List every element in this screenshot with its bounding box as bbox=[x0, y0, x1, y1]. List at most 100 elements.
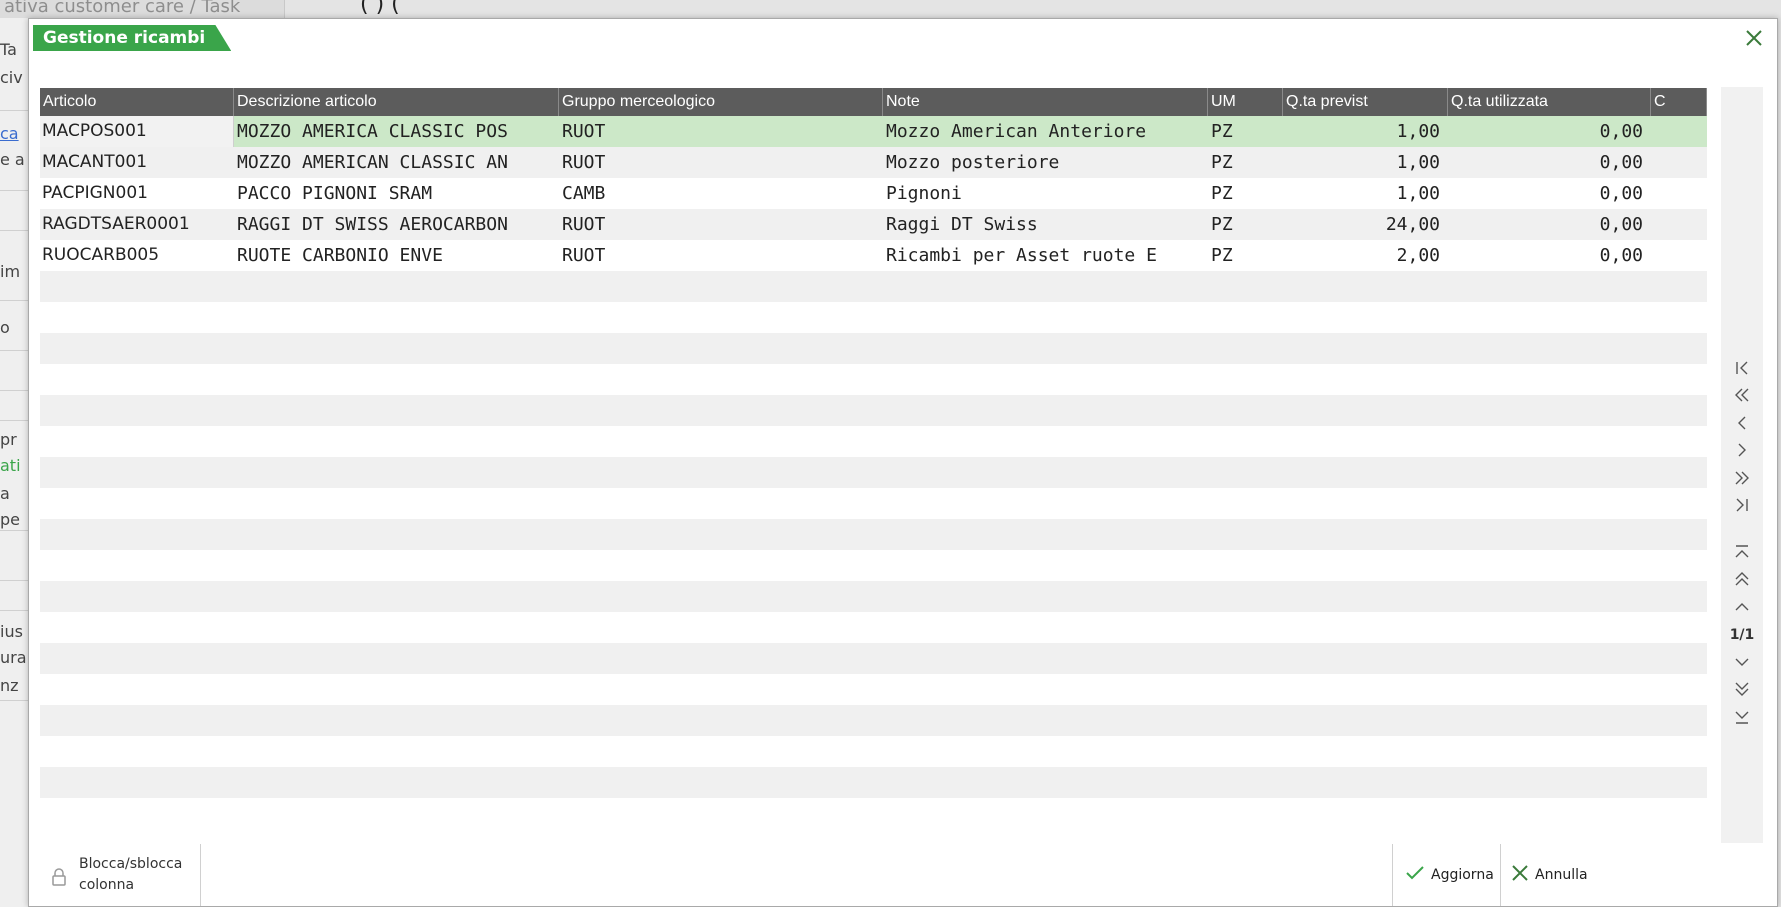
cell-qta-utilizzata[interactable] bbox=[1448, 674, 1651, 705]
cell-note[interactable] bbox=[883, 674, 1208, 705]
cell-qta-prevista[interactable] bbox=[1283, 612, 1448, 643]
table-row[interactable]: PACPIGN001 PACCO PIGNONI SRAM CAMB Pignoni P… bbox=[40, 178, 1707, 209]
empty-table-row[interactable] bbox=[40, 364, 1707, 395]
cell-c[interactable] bbox=[1651, 364, 1707, 395]
table-row[interactable]: MACPOS001 MOZZO AMERICA CLASSIC POS RUOT Mo… bbox=[40, 116, 1707, 147]
cell-gruppo[interactable] bbox=[559, 364, 883, 395]
cell-articolo[interactable]: RAGDTSAER0001 bbox=[40, 209, 234, 240]
cell-descrizione[interactable] bbox=[234, 364, 559, 395]
close-icon[interactable] bbox=[1741, 25, 1767, 51]
empty-table-row[interactable] bbox=[40, 395, 1707, 426]
cell-um[interactable] bbox=[1208, 550, 1283, 581]
cell-c[interactable] bbox=[1651, 519, 1707, 550]
cell-descrizione[interactable] bbox=[234, 581, 559, 612]
column-header-gruppo[interactable]: Gruppo merceologico bbox=[559, 88, 883, 116]
empty-table-row[interactable] bbox=[40, 426, 1707, 457]
cell-articolo[interactable] bbox=[40, 705, 234, 736]
empty-table-row[interactable] bbox=[40, 550, 1707, 581]
cell-descrizione[interactable] bbox=[234, 736, 559, 767]
aggiorna-button[interactable]: Aggiorna bbox=[1392, 844, 1500, 906]
empty-table-row[interactable] bbox=[40, 457, 1707, 488]
cell-gruppo[interactable] bbox=[559, 612, 883, 643]
cell-descrizione[interactable] bbox=[234, 333, 559, 364]
cell-gruppo[interactable] bbox=[559, 705, 883, 736]
cell-gruppo[interactable]: RUOT bbox=[559, 147, 883, 178]
cell-note[interactable] bbox=[883, 550, 1208, 581]
cell-qta-utilizzata[interactable] bbox=[1448, 302, 1651, 333]
cell-articolo[interactable]: MACANT001 bbox=[40, 147, 234, 178]
fast-left-icon[interactable] bbox=[1721, 382, 1763, 408]
page-up-fast-icon[interactable] bbox=[1721, 566, 1763, 592]
cell-descrizione[interactable] bbox=[234, 457, 559, 488]
cell-articolo[interactable] bbox=[40, 550, 234, 581]
empty-table-row[interactable] bbox=[40, 302, 1707, 333]
empty-table-row[interactable] bbox=[40, 612, 1707, 643]
cell-gruppo[interactable]: RUOT bbox=[559, 209, 883, 240]
cell-articolo[interactable] bbox=[40, 767, 234, 798]
cell-qta-utilizzata[interactable]: 0,00 bbox=[1448, 178, 1651, 209]
cell-articolo[interactable] bbox=[40, 643, 234, 674]
cell-qta-utilizzata[interactable] bbox=[1448, 457, 1651, 488]
cell-descrizione[interactable] bbox=[234, 612, 559, 643]
cell-c[interactable] bbox=[1651, 612, 1707, 643]
cell-um[interactable] bbox=[1208, 271, 1283, 302]
cell-c[interactable] bbox=[1651, 178, 1707, 209]
column-header-note[interactable]: Note bbox=[883, 88, 1208, 116]
cell-um[interactable]: PZ bbox=[1208, 178, 1283, 209]
cell-qta-utilizzata[interactable] bbox=[1448, 643, 1651, 674]
column-header-c[interactable]: C bbox=[1651, 88, 1707, 116]
cell-qta-prevista[interactable]: 1,00 bbox=[1283, 116, 1448, 147]
cell-descrizione[interactable] bbox=[234, 643, 559, 674]
cell-articolo[interactable] bbox=[40, 519, 234, 550]
cell-um[interactable] bbox=[1208, 364, 1283, 395]
cell-qta-utilizzata[interactable]: 0,00 bbox=[1448, 209, 1651, 240]
cell-gruppo[interactable] bbox=[559, 767, 883, 798]
cell-note[interactable]: Mozzo American Anteriore bbox=[883, 116, 1208, 147]
page-up-icon[interactable] bbox=[1721, 594, 1763, 620]
cell-gruppo[interactable] bbox=[559, 736, 883, 767]
lock-unlock-column-button[interactable]: Blocca/sblocca colonna bbox=[39, 844, 201, 906]
last-page-icon[interactable] bbox=[1721, 704, 1763, 730]
page-down-fast-icon[interactable] bbox=[1721, 676, 1763, 702]
cell-c[interactable] bbox=[1651, 426, 1707, 457]
empty-table-row[interactable] bbox=[40, 674, 1707, 705]
cell-c[interactable] bbox=[1651, 302, 1707, 333]
cell-articolo[interactable] bbox=[40, 395, 234, 426]
cell-articolo[interactable] bbox=[40, 426, 234, 457]
cell-qta-prevista[interactable] bbox=[1283, 271, 1448, 302]
cell-qta-utilizzata[interactable] bbox=[1448, 767, 1651, 798]
cell-um[interactable] bbox=[1208, 302, 1283, 333]
empty-table-row[interactable] bbox=[40, 271, 1707, 302]
cell-c[interactable] bbox=[1651, 457, 1707, 488]
cell-gruppo[interactable] bbox=[559, 643, 883, 674]
column-header-um[interactable]: UM bbox=[1208, 88, 1283, 116]
cell-articolo[interactable] bbox=[40, 736, 234, 767]
cell-note[interactable]: Mozzo posteriore bbox=[883, 147, 1208, 178]
cell-qta-utilizzata[interactable] bbox=[1448, 581, 1651, 612]
cell-um[interactable] bbox=[1208, 767, 1283, 798]
cell-gruppo[interactable]: RUOT bbox=[559, 240, 883, 271]
cell-c[interactable] bbox=[1651, 581, 1707, 612]
cell-qta-prevista[interactable] bbox=[1283, 488, 1448, 519]
cell-c[interactable] bbox=[1651, 240, 1707, 271]
cell-note[interactable] bbox=[883, 488, 1208, 519]
cell-descrizione[interactable]: MOZZO AMERICA CLASSIC POS bbox=[234, 116, 559, 147]
cell-qta-prevista[interactable]: 1,00 bbox=[1283, 147, 1448, 178]
cell-gruppo[interactable]: CAMB bbox=[559, 178, 883, 209]
cell-c[interactable] bbox=[1651, 209, 1707, 240]
page-down-icon[interactable] bbox=[1721, 649, 1763, 675]
cell-qta-prevista[interactable] bbox=[1283, 302, 1448, 333]
cell-note[interactable] bbox=[883, 767, 1208, 798]
cell-descrizione[interactable] bbox=[234, 767, 559, 798]
table-row[interactable]: MACANT001 MOZZO AMERICAN CLASSIC AN RUOT Mo… bbox=[40, 147, 1707, 178]
cell-note[interactable] bbox=[883, 395, 1208, 426]
cell-articolo[interactable] bbox=[40, 302, 234, 333]
column-header-descrizione[interactable]: Descrizione articolo bbox=[234, 88, 559, 116]
cell-qta-utilizzata[interactable] bbox=[1448, 395, 1651, 426]
cell-articolo[interactable]: RUOCARB005 bbox=[40, 240, 234, 271]
cell-um[interactable] bbox=[1208, 333, 1283, 364]
cell-qta-prevista[interactable]: 1,00 bbox=[1283, 178, 1448, 209]
cell-qta-utilizzata[interactable] bbox=[1448, 550, 1651, 581]
cell-gruppo[interactable]: RUOT bbox=[559, 116, 883, 147]
cell-qta-utilizzata[interactable] bbox=[1448, 612, 1651, 643]
